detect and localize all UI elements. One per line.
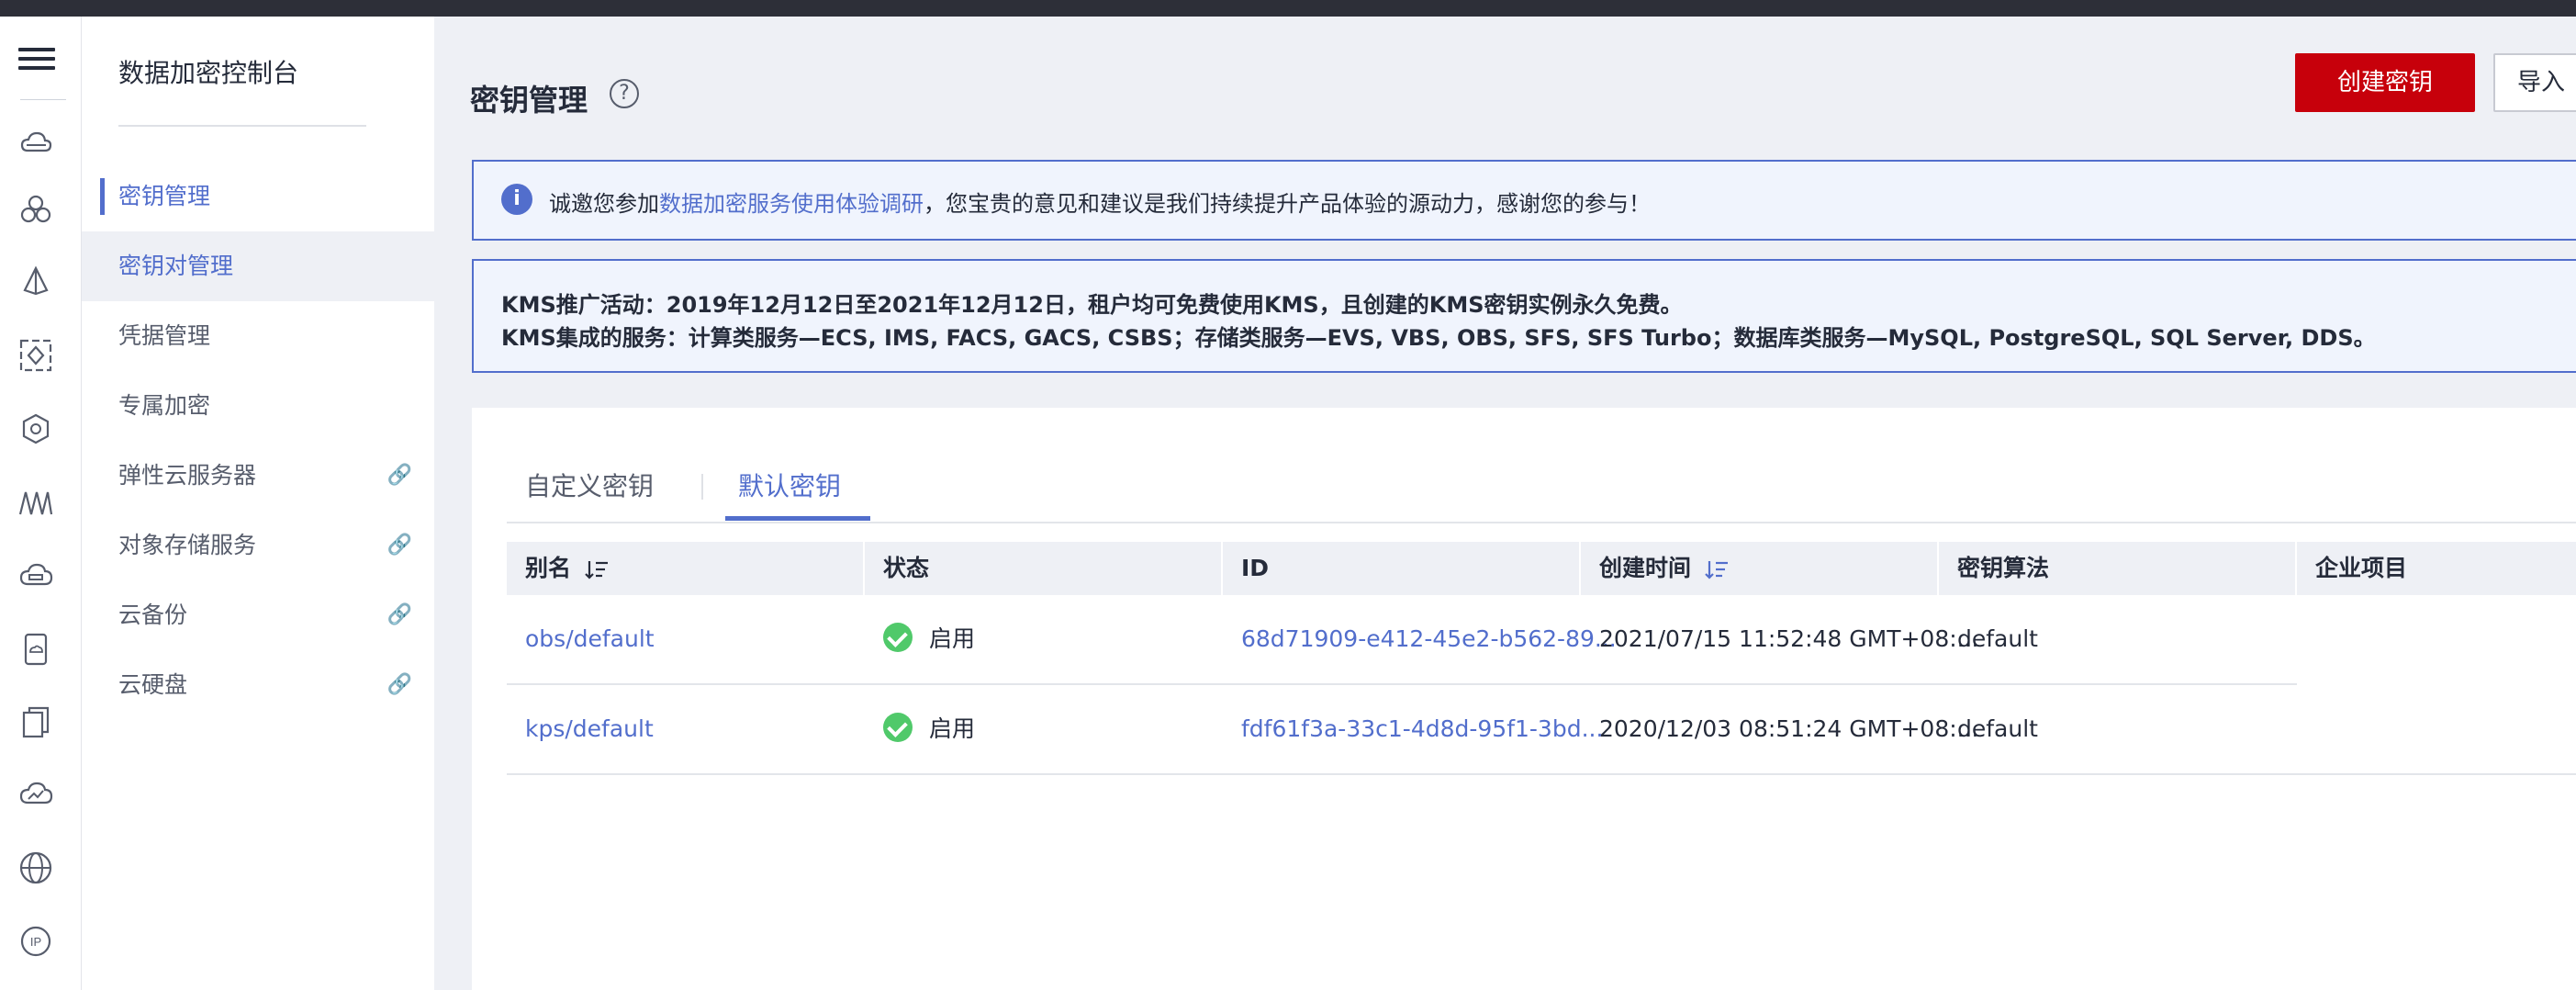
table-header: 别名 状态 ID 创建时间 密钥算法 企业项目 (507, 542, 2576, 595)
survey-notice: i 诚邀您参加数据加密服务使用体验调研，您宝贵的意见和建议是我们持续提升产品体验… (472, 160, 2576, 241)
sidebar-divider (118, 125, 366, 127)
sidebar-item-label: 密钥管理 (118, 183, 211, 209)
row-divider (507, 773, 2576, 775)
sidebar-item-label: 云硬盘 (118, 671, 188, 698)
sidebar-item-label: 凭据管理 (118, 322, 211, 349)
column-label: 别名 (525, 555, 572, 581)
cluster-icon[interactable] (17, 191, 55, 230)
sidebar-item-ecs[interactable]: 弹性云服务器 🔗 (82, 441, 434, 511)
help-icon[interactable]: ? (610, 79, 639, 108)
status-cell: 启用 (865, 595, 975, 683)
check-circle-icon (883, 623, 913, 652)
top-bar (0, 0, 2576, 17)
sidebar-item-label: 密钥对管理 (118, 253, 234, 279)
promo-line-2: KMS集成的服务：计算类服务—ECS, IMS, FACS, GACS, CSB… (501, 325, 2376, 351)
ip-icon[interactable]: IP (17, 922, 55, 961)
sidebar-item-cbr[interactable]: 云备份 🔗 (82, 580, 434, 650)
key-algorithm: default (1957, 625, 2038, 652)
table-row: obs/default 启用 68d71909-e412-45e2-b562-8… (507, 595, 2576, 683)
column-id: ID (1223, 542, 1581, 595)
tab-separator (701, 474, 703, 500)
key-id-link[interactable]: fdf61f3a-33c1-4d8d-95f1-3bd... (1223, 685, 1603, 773)
notice-prefix: 诚邀您参加 (549, 191, 659, 217)
status-cell: 启用 (865, 685, 975, 773)
survey-link[interactable]: 数据加密服务使用体验调研 (659, 191, 924, 217)
cloud-storage-icon[interactable] (17, 557, 55, 595)
menu-icon[interactable] (18, 42, 55, 79)
key-id-link[interactable]: 68d71909-e412-45e2-b562-89... (1223, 595, 1617, 683)
cloud-chart-icon[interactable] (17, 775, 55, 814)
column-algorithm: 密钥算法 (1939, 542, 2297, 595)
cube-gear-icon[interactable] (17, 410, 55, 448)
external-link-icon: 🔗 (386, 673, 412, 696)
key-alias-link[interactable]: kps/default (507, 685, 654, 773)
notice-suffix: ，您宝贵的意见和建议是我们持续提升产品体验的源动力，感谢您的参与！ (924, 191, 1651, 217)
created-time: 2020/12/03 08:51:24 GMT+08:... (1599, 715, 1979, 742)
service-rail: IP (0, 17, 82, 990)
status-text: 启用 (929, 715, 976, 742)
page-title: 密钥管理 (470, 83, 588, 118)
globe-icon[interactable] (17, 849, 55, 887)
import-button[interactable]: 导入 (2493, 53, 2576, 112)
tab-baseline (507, 522, 2576, 523)
phone-cloud-icon[interactable] (17, 630, 55, 669)
sidebar-item-key-management[interactable]: 密钥管理 (82, 162, 434, 231)
status-text: 启用 (929, 625, 976, 652)
main-content: 密钥管理 ? 创建密钥 导入 i 诚邀您参加数据加密服务使用体验调研，您宝贵的意… (435, 17, 2576, 990)
network-wave-icon[interactable] (17, 483, 55, 522)
cloud-icon[interactable] (17, 125, 55, 163)
external-link-icon: 🔗 (386, 534, 412, 557)
sidebar-item-dedicated-encryption[interactable]: 专属加密 (82, 371, 434, 441)
sidebar-item-label: 弹性云服务器 (118, 462, 257, 489)
column-created-time[interactable]: 创建时间 (1581, 542, 1939, 595)
column-status: 状态 (865, 542, 1223, 595)
sort-icon[interactable] (584, 558, 610, 580)
active-tab-indicator (725, 516, 870, 521)
sidebar-item-label: 专属加密 (118, 392, 211, 419)
tab-default-keys[interactable]: 默认密钥 (738, 467, 841, 503)
deploy-icon[interactable] (17, 263, 55, 301)
created-time: 2021/07/15 11:52:48 GMT+08:... (1599, 625, 1979, 652)
svg-text:IP: IP (30, 935, 41, 949)
console-sidebar: 数据加密控制台 密钥管理 密钥对管理 凭据管理 专属加密 弹性云服务器 🔗 对象存… (82, 17, 434, 990)
sort-icon[interactable] (1704, 558, 1730, 580)
survey-notice-text: 诚邀您参加数据加密服务使用体验调研，您宝贵的意见和建议是我们持续提升产品体验的源… (549, 186, 1651, 218)
key-alias-link[interactable]: obs/default (507, 595, 655, 683)
sidebar-item-obs[interactable]: 对象存储服务 🔗 (82, 511, 434, 580)
enterprise-project (2297, 595, 2315, 683)
sidebar-item-keypair-management[interactable]: 密钥对管理 (82, 231, 434, 301)
create-key-button[interactable]: 创建密钥 (2295, 53, 2475, 112)
rail-divider (20, 99, 66, 100)
sidebar-item-evs[interactable]: 云硬盘 🔗 (82, 650, 434, 720)
sidebar-item-label: 云备份 (118, 602, 188, 628)
check-circle-icon (883, 713, 913, 742)
external-link-icon: 🔗 (386, 464, 412, 487)
column-enterprise-project: 企业项目 (2297, 542, 2576, 595)
kms-promo-notice: KMS推广活动：2019年12月12日至2021年12月12日，租户均可免费使用… (472, 259, 2576, 373)
key-algorithm: default (1957, 715, 2038, 742)
doc-stack-icon[interactable] (17, 703, 55, 742)
sidebar-title: 数据加密控制台 (118, 58, 299, 88)
sidebar-item-label: 对象存储服务 (118, 532, 257, 558)
column-alias[interactable]: 别名 (507, 542, 865, 595)
tab-custom-keys[interactable]: 自定义密钥 (525, 467, 654, 503)
info-icon: i (501, 184, 532, 215)
diamond-icon[interactable] (17, 336, 55, 375)
enterprise-project (2297, 685, 2315, 773)
promo-line-1: KMS推广活动：2019年12月12日至2021年12月12日，租户均可免费使用… (501, 292, 1683, 318)
external-link-icon: 🔗 (386, 603, 412, 626)
column-label: 创建时间 (1599, 555, 1692, 581)
table-row: kps/default 启用 fdf61f3a-33c1-4d8d-95f1-3… (507, 685, 2576, 773)
key-list-panel: 自定义密钥 默认密钥 别名 状态 ID 创建时间 密钥算法 企业项目 obs/d… (472, 408, 2576, 990)
sidebar-item-credential-management[interactable]: 凭据管理 (82, 301, 434, 371)
